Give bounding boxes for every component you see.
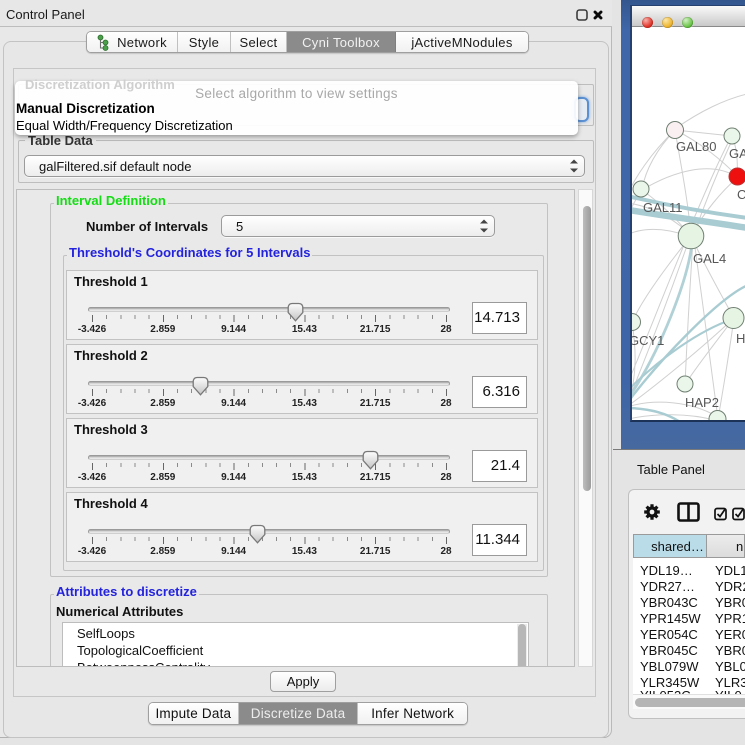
svg-text:GAL11: GAL11 xyxy=(643,200,683,215)
svg-text:GAL4: GAL4 xyxy=(693,251,726,266)
svg-text:C: C xyxy=(737,187,745,202)
svg-text:HAP2: HAP2 xyxy=(685,395,719,410)
svg-text:H: H xyxy=(736,331,745,346)
svg-text:GA: GA xyxy=(729,146,745,161)
svg-text:GAL80: GAL80 xyxy=(676,139,716,154)
svg-text:GCY1: GCY1 xyxy=(632,333,664,348)
